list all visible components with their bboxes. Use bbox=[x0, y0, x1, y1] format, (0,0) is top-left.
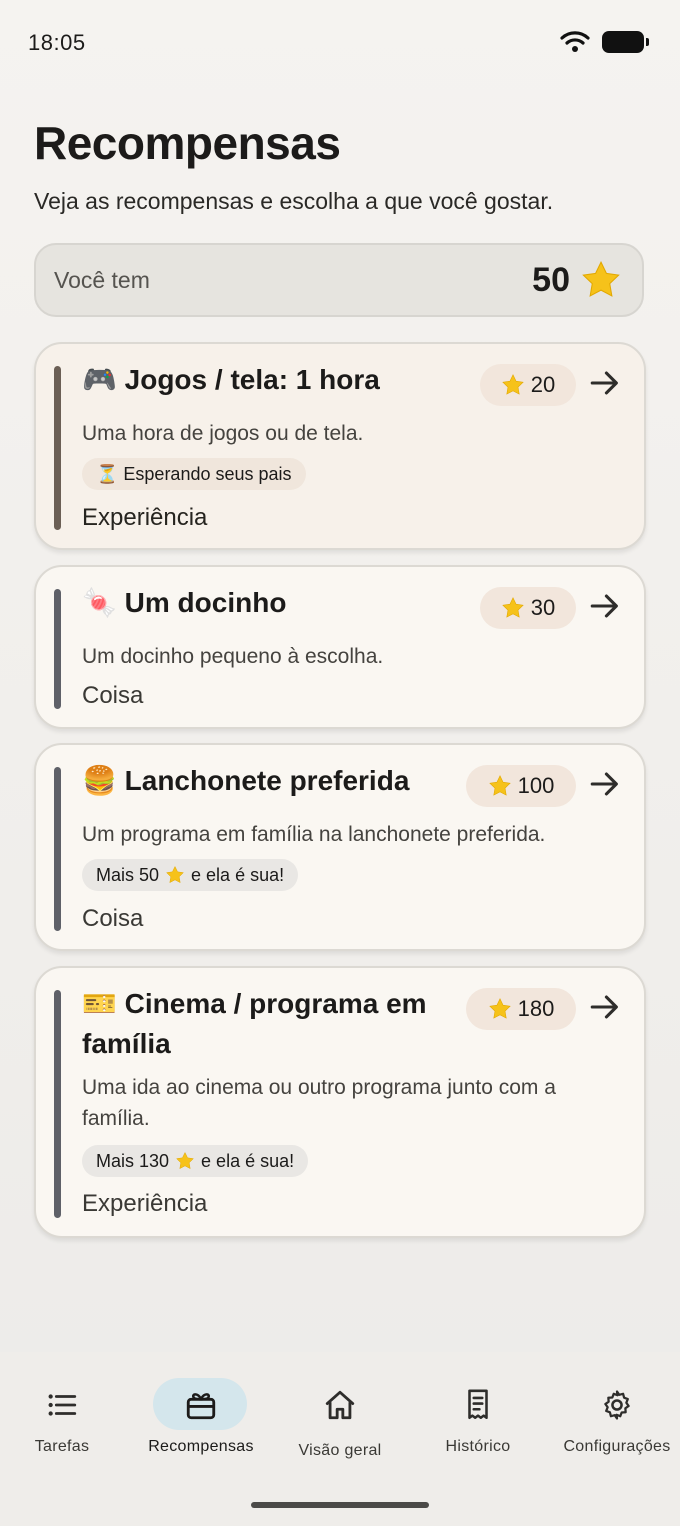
card-accent-bar bbox=[54, 767, 61, 931]
star-icon bbox=[582, 260, 620, 297]
nav-item-historico[interactable]: Histórico bbox=[410, 1374, 546, 1464]
card-accent-bar bbox=[54, 366, 61, 530]
arrow-right-icon[interactable] bbox=[588, 366, 622, 400]
balance-label: Você tem bbox=[54, 266, 150, 293]
chip-prefix: Mais 130 bbox=[96, 1150, 170, 1171]
reward-title-line1: Cinema / programa em bbox=[124, 988, 427, 1019]
bottom-navigation: Tarefas Recompensas Visão geral Históric… bbox=[0, 1352, 680, 1526]
card-accent-bar bbox=[54, 589, 61, 709]
burger-icon: 🍔 bbox=[82, 764, 117, 797]
ticket-icon: 🎫 bbox=[82, 987, 117, 1020]
stars-needed-chip: Mais 130 e ela é sua! bbox=[82, 1145, 309, 1177]
system-icons bbox=[560, 30, 649, 54]
reward-title: 🍔 Lanchonete preferida bbox=[82, 761, 409, 801]
reward-card-cinema[interactable]: 🎫 Cinema / programa em família 180 Uma i… bbox=[34, 966, 646, 1238]
reward-cost-value: 30 bbox=[530, 595, 556, 620]
reward-title: 🎮 Jogos / tela: 1 hora bbox=[82, 360, 380, 400]
nav-item-tarefas[interactable]: Tarefas bbox=[0, 1374, 130, 1464]
star-icon bbox=[488, 775, 511, 796]
chip-suffix: e ela é sua! bbox=[191, 864, 285, 885]
gamepad-icon: 🎮 bbox=[82, 363, 117, 396]
reward-cost-value: 20 bbox=[530, 372, 556, 397]
chip-suffix: e ela é sua! bbox=[201, 1150, 295, 1171]
nav-label: Recompensas bbox=[148, 1438, 254, 1455]
reward-category: Experiência bbox=[82, 504, 208, 531]
chip-text: ⏳ Esperando seus pais bbox=[96, 463, 292, 484]
nav-label: Configurações bbox=[563, 1438, 671, 1455]
reward-cost: 30 bbox=[480, 587, 576, 629]
reward-cost: 20 bbox=[480, 364, 576, 406]
arrow-right-icon[interactable] bbox=[588, 767, 622, 801]
wifi-icon bbox=[560, 31, 590, 52]
page-title: Recompensas bbox=[34, 117, 341, 169]
home-indicator[interactable] bbox=[251, 1502, 429, 1508]
nav-label: Visão geral bbox=[298, 1442, 382, 1459]
balance-value: 50 bbox=[532, 260, 570, 299]
reward-title: 🍬 Um docinho bbox=[82, 583, 286, 623]
nav-item-visao-geral[interactable]: Visão geral bbox=[272, 1374, 408, 1464]
star-icon bbox=[501, 597, 524, 618]
reward-title-line2: família bbox=[82, 1028, 171, 1059]
stars-needed-chip: Mais 50 e ela é sua! bbox=[82, 859, 299, 891]
reward-title-text: Lanchonete preferida bbox=[124, 765, 410, 796]
page-subtitle: Veja as recompensas e escolha a que você… bbox=[34, 188, 554, 214]
arrow-right-icon[interactable] bbox=[588, 990, 622, 1024]
reward-title: 🎫 Cinema / programa em família bbox=[82, 984, 462, 1064]
star-icon bbox=[176, 1151, 195, 1170]
reward-card-candy[interactable]: 🍬 Um docinho 30 Um docinho pequeno à esc… bbox=[34, 565, 646, 729]
reward-cost-value: 100 bbox=[517, 773, 555, 798]
reward-description-line2: família. bbox=[82, 1107, 150, 1130]
reward-category: Coisa bbox=[82, 905, 144, 932]
reward-category: Experiência bbox=[82, 1190, 208, 1217]
reward-description: Um programa em família na lanchonete pre… bbox=[82, 823, 546, 846]
star-icon bbox=[501, 374, 524, 395]
receipt-icon bbox=[468, 1389, 488, 1420]
battery-icon bbox=[602, 31, 649, 53]
arrow-right-icon[interactable] bbox=[588, 589, 622, 623]
reward-description: Um docinho pequeno à escolha. bbox=[82, 645, 384, 668]
nav-label: Tarefas bbox=[34, 1438, 90, 1455]
star-icon bbox=[166, 865, 184, 884]
reward-title-text: Um docinho bbox=[124, 587, 287, 618]
home-icon bbox=[325, 1390, 355, 1420]
candy-icon: 🍬 bbox=[82, 586, 117, 619]
reward-cost: 180 bbox=[466, 988, 576, 1030]
reward-category: Coisa bbox=[82, 682, 144, 709]
star-icon bbox=[488, 998, 511, 1019]
card-accent-bar bbox=[54, 990, 61, 1218]
reward-description: Uma ida ao cinema ou outro programa junt… bbox=[82, 1072, 556, 1134]
reward-card-snackbar[interactable]: 🍔 Lanchonete preferida 100 Um programa e… bbox=[34, 743, 646, 951]
nav-item-recompensas[interactable]: Recompensas bbox=[133, 1374, 269, 1464]
nav-item-configuracoes[interactable]: Configurações bbox=[549, 1374, 680, 1464]
reward-description: Uma hora de jogos ou de tela. bbox=[82, 422, 364, 445]
status-bar: 18:05 bbox=[0, 0, 680, 88]
reward-title-text: Jogos / tela: 1 hora bbox=[124, 364, 380, 395]
list-icon bbox=[48, 1394, 77, 1416]
chip-prefix: Mais 50 bbox=[96, 864, 160, 885]
status-chip: ⏳ Esperando seus pais bbox=[82, 458, 306, 490]
reward-description-line1: Uma ida ao cinema ou outro programa junt… bbox=[82, 1076, 556, 1099]
nav-label: Histórico bbox=[445, 1438, 511, 1455]
star-balance: Você tem 50 bbox=[34, 243, 644, 317]
reward-cost: 100 bbox=[466, 765, 576, 807]
gift-icon bbox=[186, 1393, 216, 1420]
reward-cost-value: 180 bbox=[517, 996, 555, 1021]
status-time: 18:05 bbox=[28, 30, 86, 55]
balance-value-group: 50 bbox=[532, 259, 622, 301]
gear-icon bbox=[604, 1390, 630, 1420]
reward-card-games[interactable]: 🎮 Jogos / tela: 1 hora 20 Uma hora de jo… bbox=[34, 342, 646, 550]
